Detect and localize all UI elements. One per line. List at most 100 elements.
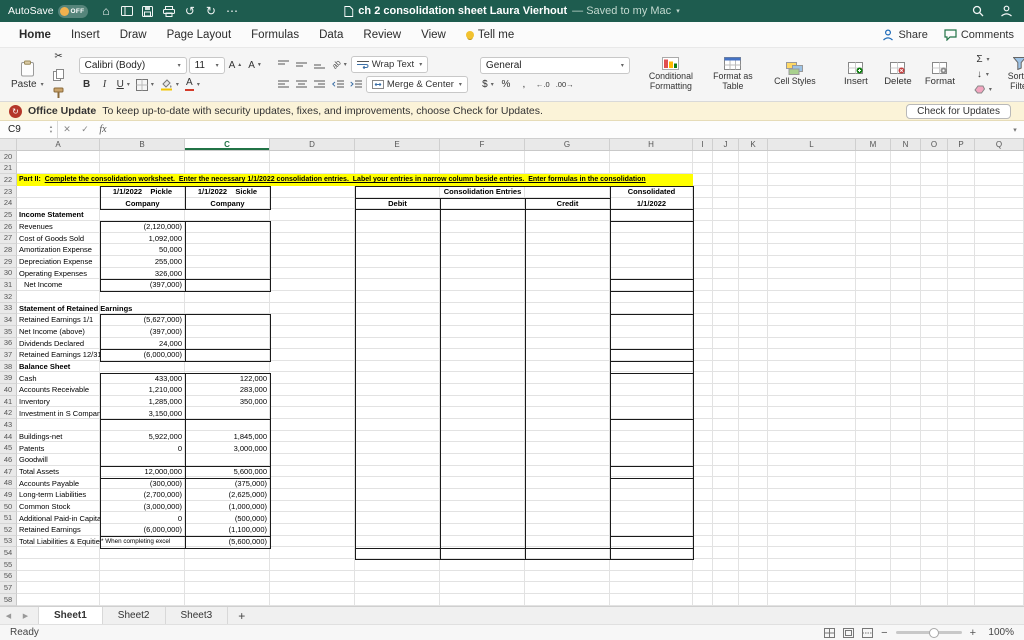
grid-cell[interactable] [921, 547, 948, 559]
grid-cell[interactable] [100, 512, 185, 524]
grid-cell[interactable] [355, 302, 440, 315]
column-header-D[interactable]: D [270, 139, 355, 150]
grid-cell[interactable] [948, 512, 975, 524]
grid-cell[interactable] [693, 244, 713, 256]
grid-cell[interactable] [693, 512, 713, 524]
grid-cell[interactable] [891, 162, 921, 175]
grid-cell[interactable] [185, 325, 270, 338]
grid-cell[interactable] [100, 174, 185, 186]
grid-cell[interactable] [948, 197, 975, 210]
grid-cell[interactable] [17, 151, 100, 163]
grid-cell[interactable] [610, 360, 693, 373]
grid-cell[interactable] [100, 395, 185, 408]
grid-cell[interactable] [948, 244, 975, 256]
autosum-button[interactable]: Σ ▾ [972, 53, 994, 67]
grid-cell[interactable] [525, 244, 610, 256]
grid-cell[interactable] [440, 395, 525, 408]
grid-cell[interactable] [355, 220, 440, 233]
bold-button[interactable]: B [79, 77, 95, 93]
grid-cell[interactable] [355, 279, 440, 291]
grid-cell[interactable] [17, 430, 100, 443]
grid-cell[interactable] [891, 535, 921, 548]
grid-cell[interactable] [948, 290, 975, 303]
grid-cell[interactable] [713, 244, 739, 256]
grid-cell[interactable] [100, 442, 185, 455]
grid-cell[interactable] [856, 325, 891, 338]
grid-cell[interactable] [270, 314, 355, 326]
fill-button[interactable]: ↓ ▾ [972, 68, 994, 82]
grid-cell[interactable] [768, 535, 856, 548]
row-header-54[interactable]: 54 [0, 547, 17, 559]
grid-cell[interactable] [440, 384, 525, 396]
grid-cell[interactable] [100, 337, 185, 350]
grid-cell[interactable] [100, 593, 185, 606]
grid-cell[interactable] [185, 302, 270, 315]
grid-cell[interactable] [739, 465, 768, 478]
grid-cell[interactable] [713, 419, 739, 431]
grid-cell[interactable] [17, 465, 100, 478]
grid-cell[interactable] [975, 419, 1024, 431]
grid-cell[interactable] [525, 349, 610, 361]
grid-cell[interactable] [768, 582, 856, 594]
grid-cell[interactable] [768, 174, 856, 186]
grid-cell[interactable] [185, 535, 270, 548]
row-header-40[interactable]: 40 [0, 384, 17, 396]
grid-cell[interactable] [975, 558, 1024, 571]
grid-cell[interactable] [270, 500, 355, 513]
grid-cell[interactable] [921, 395, 948, 408]
grid-cell[interactable] [739, 524, 768, 536]
grid-cell[interactable] [440, 279, 525, 291]
grid-cell[interactable] [856, 360, 891, 373]
grid-cell[interactable] [185, 197, 270, 210]
grid-cell[interactable] [768, 185, 856, 198]
formula-input[interactable] [112, 121, 1006, 138]
grid-cell[interactable] [975, 524, 1024, 536]
grid-cell[interactable] [693, 558, 713, 571]
grid-cell[interactable] [921, 407, 948, 420]
grid-cell[interactable] [693, 255, 713, 268]
zoom-slider-knob[interactable] [928, 627, 939, 638]
column-header-O[interactable]: O [921, 139, 948, 150]
grid-cell[interactable] [355, 558, 440, 571]
grid-cell[interactable] [185, 570, 270, 583]
grid-cell[interactable] [948, 349, 975, 361]
check-for-updates-button[interactable]: Check for Updates [906, 103, 1011, 119]
grid-cell[interactable] [693, 197, 713, 210]
tab-tell-me[interactable]: Tell me [457, 24, 523, 46]
grid-cell[interactable] [355, 197, 440, 210]
grid-cell[interactable] [975, 314, 1024, 326]
grid-cell[interactable] [768, 593, 856, 606]
grid-cell[interactable] [693, 500, 713, 513]
grid-cell[interactable] [525, 255, 610, 268]
grid-cell[interactable] [693, 290, 713, 303]
grid-cell[interactable] [440, 407, 525, 420]
grid-cell[interactable] [270, 360, 355, 373]
grid-cell[interactable] [921, 360, 948, 373]
grid-cell[interactable] [185, 174, 270, 186]
align-left-icon[interactable] [276, 77, 292, 93]
grid-cell[interactable] [100, 197, 185, 210]
grid-cell[interactable] [270, 419, 355, 431]
formula-bar-expand-icon[interactable]: ▾ [1006, 126, 1024, 134]
grid-cell[interactable] [525, 325, 610, 338]
grid-cell[interactable] [693, 174, 713, 186]
save-icon[interactable] [138, 3, 157, 19]
grid-cell[interactable] [891, 558, 921, 571]
grid-cell[interactable] [17, 267, 100, 280]
grid-cell[interactable] [17, 512, 100, 524]
grid-cell[interactable] [610, 570, 693, 583]
number-format-select[interactable]: General ▾ [479, 56, 630, 74]
row-header-34[interactable]: 34 [0, 314, 17, 326]
grid-cell[interactable] [975, 454, 1024, 466]
grid-cell[interactable] [856, 512, 891, 524]
grid-cell[interactable] [610, 255, 693, 268]
grid-cell[interactable] [693, 489, 713, 501]
grid-cell[interactable] [440, 512, 525, 524]
grid-cell[interactable] [713, 314, 739, 326]
grid-cell[interactable] [975, 582, 1024, 594]
grid-cell[interactable] [891, 185, 921, 198]
grid-cell[interactable] [355, 442, 440, 455]
grid-cell[interactable] [693, 570, 713, 583]
grid-cell[interactable] [948, 151, 975, 163]
grid-cell[interactable] [185, 524, 270, 536]
